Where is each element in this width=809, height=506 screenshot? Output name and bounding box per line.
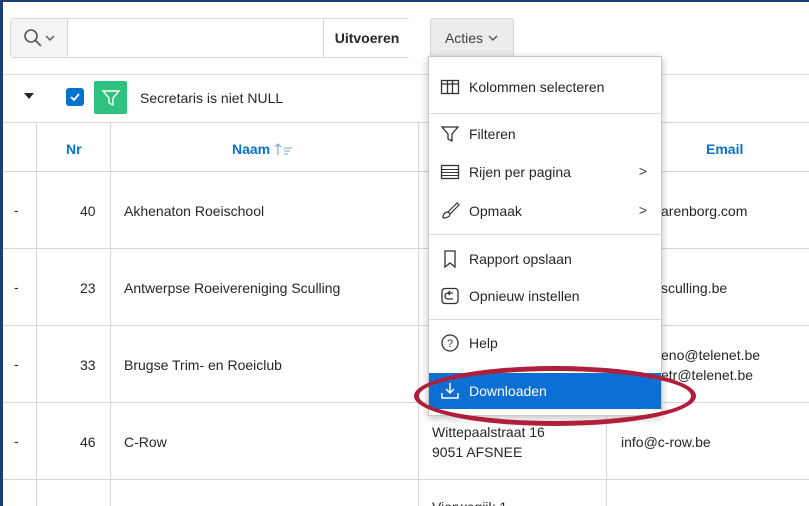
cell-nr: 33 [80,357,96,373]
filter-row: Secretaris is niet NULL [0,74,809,121]
column-header-naam[interactable]: Naam [232,141,294,157]
column-header-nr[interactable]: Nr [66,141,82,157]
download-icon [439,380,461,402]
menu-item-label: Kolommen selecteren [469,79,605,95]
menu-separator [429,113,661,114]
cell-nr: 23 [80,280,96,296]
cell-naam: C-Row [124,434,167,450]
cell-naam: Antwerpse Roeivereniging Sculling [124,280,341,296]
menu-item-label: Filteren [469,126,516,142]
menu-item-opnieuw-instellen[interactable]: Opnieuw instellen [429,278,661,314]
menu-item-rijen-per-pagina[interactable]: Rijen per pagina > [429,154,661,190]
menu-item-downloaden[interactable]: Downloaden [429,373,661,409]
submenu-chevron: > [638,163,647,179]
table-border [0,171,809,172]
menu-separator [429,234,661,235]
menu-item-label: Rijen per pagina [469,164,571,180]
cell-email: eno@telenet.be [661,347,761,363]
column-divider [110,122,111,506]
menu-item-label: Downloaden [469,383,547,399]
menu-item-label: Opnieuw instellen [469,288,580,304]
go-button[interactable]: Uitvoeren [323,19,410,57]
cell-adres: 9051 AFSNEE [432,444,523,460]
help-icon: ? [439,332,461,354]
svg-text:?: ? [447,338,453,350]
report-table: Nr Naam Email - 40 Akhenaton Roeischool … [0,122,809,506]
menu-item-opmaak[interactable]: Opmaak > [429,193,661,229]
rows-icon [439,161,461,183]
cell-email: sculling.be [661,280,728,296]
columns-icon [439,76,461,98]
frame-top-border [0,0,809,2]
bookmark-icon [439,248,461,270]
chevron-down-icon [45,35,55,41]
column-divider [36,122,37,506]
frame-left-border [0,0,3,506]
app-frame: Uitvoeren Acties Secretaris is niet NULL [0,0,809,506]
cell-email: etr@telenet.be [661,367,754,383]
menu-item-kolommen-selecteren[interactable]: Kolommen selecteren [429,69,661,105]
column-header-email[interactable]: Email [706,141,743,157]
chevron-down-icon [488,35,498,41]
row-control[interactable]: - [14,202,19,218]
submenu-chevron: > [638,202,647,218]
row-control[interactable]: - [14,433,19,449]
actions-button[interactable]: Acties [430,18,514,58]
row-control[interactable]: - [14,356,19,372]
menu-item-label: Help [469,335,498,351]
cell-naam: Brugse Trim- en Roeiclub [124,357,282,373]
reset-icon [439,285,461,307]
filter-icon [439,123,461,145]
actions-menu: Kolommen selecteren Filteren Rijen per p… [428,56,662,416]
sort-ascending-icon [274,143,293,155]
cell-adres: Vierwegijk 1 [432,498,507,506]
search-bar: Uitvoeren [10,18,410,58]
filter-label[interactable]: Secretaris is niet NULL [140,90,283,106]
cell-nr: 40 [80,203,96,219]
table-border [0,479,809,480]
menu-item-label: Rapport opslaan [469,251,572,267]
filter-icon [100,89,121,106]
row-control[interactable]: - [14,279,19,295]
cell-nr: 46 [80,434,96,450]
filter-enable-checkbox[interactable] [66,88,84,106]
menu-separator [429,319,661,320]
search-icon [24,29,42,47]
cell-email: info@c-row.be [621,434,711,450]
table-border [0,122,809,123]
menu-item-filteren[interactable]: Filteren [429,116,661,152]
filter-badge [94,81,127,114]
column-header-naam-label: Naam [232,141,271,157]
caret-down-icon[interactable] [22,89,36,103]
cell-email: arenborg.com [661,203,748,219]
search-input[interactable] [68,19,323,57]
table-border [0,248,809,249]
brush-icon [439,200,461,222]
cell-adres: Wittepaalstraat 16 [432,424,545,440]
menu-item-help[interactable]: ? Help [429,325,661,361]
table-border [0,402,809,403]
search-column-selector[interactable] [11,19,68,57]
cell-naam: Akhenaton Roeischool [124,203,265,219]
actions-label: Acties [444,30,484,46]
menu-item-rapport-opslaan[interactable]: Rapport opslaan [429,241,661,277]
menu-item-label: Opmaak [469,203,522,219]
check-icon [70,93,80,102]
table-border [0,325,809,326]
column-divider [418,122,419,506]
